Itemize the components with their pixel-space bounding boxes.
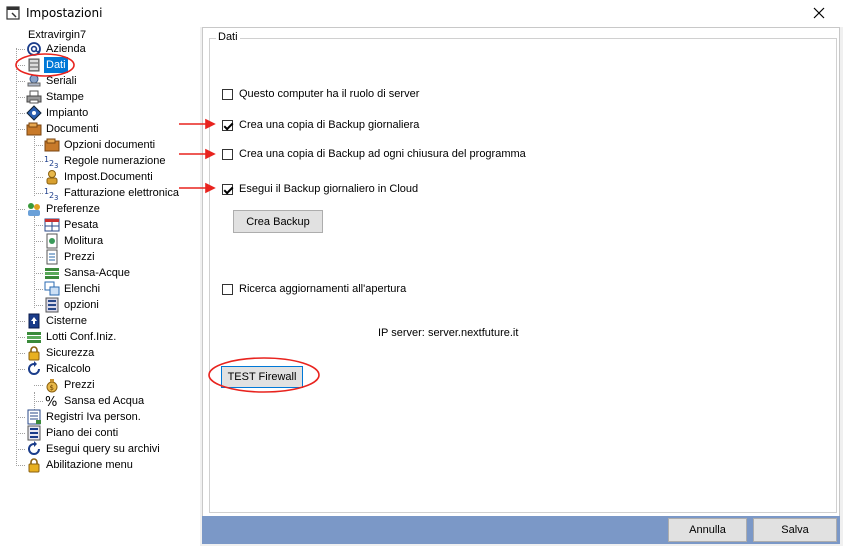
annotation-arrow-3 bbox=[179, 182, 216, 194]
annotation-arrow-1 bbox=[179, 118, 216, 130]
annotation-circle-firewall bbox=[208, 357, 320, 393]
annotation-arrow-2 bbox=[179, 148, 216, 160]
annotation-circle-dati bbox=[15, 53, 75, 77]
annotation-layer bbox=[15, 53, 320, 393]
